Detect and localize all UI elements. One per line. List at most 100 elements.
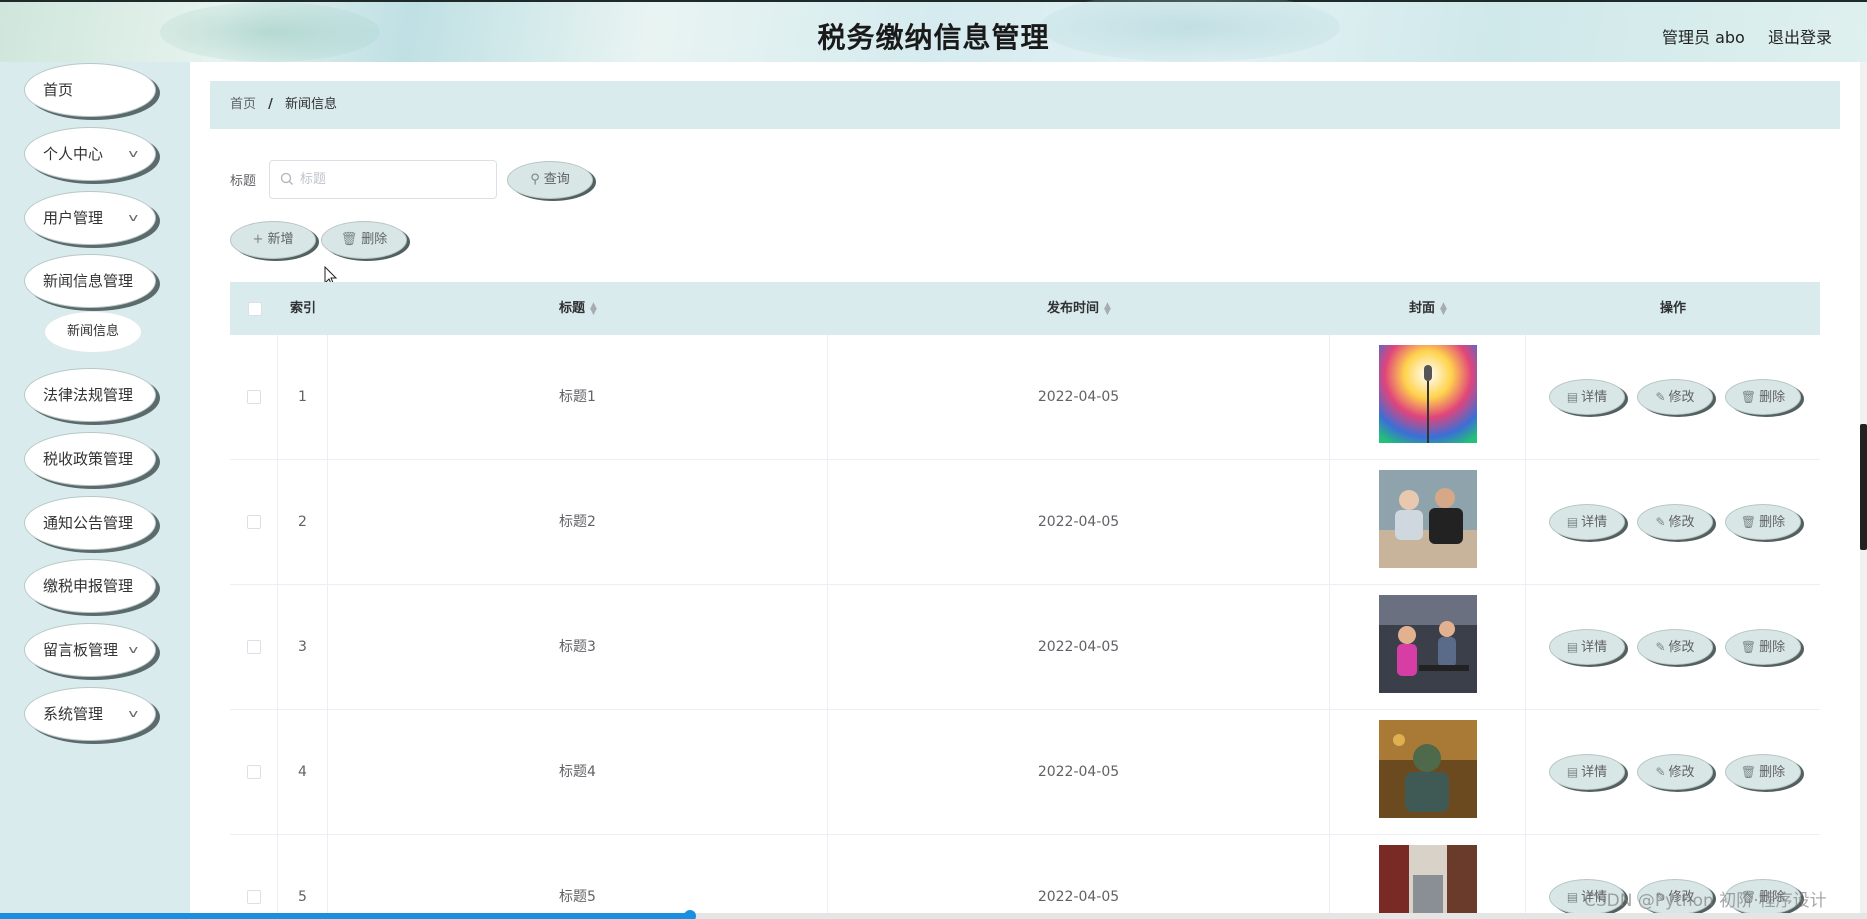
date-cell: 2022-04-05 (828, 835, 1330, 919)
logout-link[interactable]: 退出登录 (1768, 24, 1832, 48)
vertical-scrollbar[interactable] (1860, 62, 1867, 919)
cover-image[interactable] (1379, 720, 1477, 818)
search-field[interactable] (269, 160, 497, 199)
sidebar-item-label: 新闻信息管理 (43, 272, 134, 290)
app-title: 税务缴纳信息管理 (817, 21, 1050, 54)
title-cell: 标题2 (328, 460, 828, 584)
date-cell: 2022-04-05 (828, 710, 1330, 834)
delete-button[interactable]: 🗑 删除 (1725, 629, 1801, 665)
column-header-index: 索引 (289, 301, 316, 316)
chevron-down-icon: v (128, 707, 139, 720)
detail-button[interactable]: ▤ 详情 (1549, 629, 1625, 665)
sidebar-item-label: 首页 (43, 81, 74, 99)
document-icon: ▤ (1566, 890, 1579, 904)
table-row: 2 标题2 2022-04-05 ▤ 详情 ✎ 修改 🗑 删除 (230, 460, 1820, 585)
cover-image[interactable] (1379, 470, 1477, 568)
sidebar-item-personal-center[interactable]: 个人中心 v (24, 127, 156, 181)
breadcrumb-current: 新闻信息 (285, 97, 338, 112)
sidebar-item-tax-policy[interactable]: 税收政策管理 (24, 432, 156, 486)
detail-button[interactable]: ▤ 详情 (1549, 379, 1625, 415)
sidebar-item-home[interactable]: 首页 (24, 63, 156, 117)
column-header-actions: 操作 (1659, 301, 1686, 316)
breadcrumb: 首页 / 新闻信息 (210, 81, 1840, 129)
scrollbar-thumb[interactable] (1860, 424, 1867, 550)
row-select-cell (230, 585, 278, 709)
edit-button[interactable]: ✎ 修改 (1637, 379, 1713, 415)
detail-button[interactable]: ▤ 详情 (1549, 504, 1625, 540)
table-header: 索引 标题 ▲ ▼ 发布时间 ▲ ▼ 封面 ▲ ▼ 操作 (230, 282, 1820, 335)
pencil-icon: ✎ (1655, 390, 1666, 404)
table-row: 1 标题1 2022-04-05 ▤ 详情 ✎ 修改 🗑 删除 (230, 335, 1820, 460)
document-icon: ▤ (1566, 515, 1579, 529)
add-button[interactable]: + 新增 (230, 221, 316, 259)
document-icon: ▤ (1566, 390, 1579, 404)
search-label: 标题 (230, 174, 257, 189)
add-button-label: 新增 (267, 232, 294, 247)
date-cell: 2022-04-05 (828, 460, 1330, 584)
batch-delete-button[interactable]: 🗑 删除 (321, 221, 407, 259)
sidebar-item-message-board[interactable]: 留言板管理 v (24, 623, 156, 677)
search-icon (280, 172, 293, 185)
edit-button[interactable]: ✎ 修改 (1637, 629, 1713, 665)
pencil-icon: ✎ (1655, 765, 1666, 779)
breadcrumb-separator: / (268, 97, 273, 112)
edit-button[interactable]: ✎ 修改 (1637, 504, 1713, 540)
breadcrumb-home[interactable]: 首页 (230, 97, 256, 112)
edit-button[interactable]: ✎ 修改 (1637, 754, 1713, 790)
trash-icon: 🗑 (340, 232, 358, 247)
search-input[interactable] (300, 161, 490, 198)
row-checkbox[interactable] (247, 640, 261, 654)
trash-icon: 🗑 (1740, 765, 1757, 779)
delete-button[interactable]: 🗑 删除 (1725, 754, 1801, 790)
detail-button[interactable]: ▤ 详情 (1549, 754, 1625, 790)
sort-icon[interactable]: ▲ ▼ (1440, 301, 1447, 316)
chevron-down-icon: v (128, 643, 139, 656)
sort-icon[interactable]: ▲ ▼ (590, 301, 597, 316)
sidebar-item-label: 法律法规管理 (43, 386, 134, 404)
date-cell: 2022-04-05 (828, 585, 1330, 709)
row-select-cell (230, 835, 278, 919)
row-checkbox[interactable] (247, 765, 261, 779)
progress-handle[interactable] (684, 910, 696, 919)
column-header-date[interactable]: 发布时间 ▲ ▼ (828, 282, 1330, 335)
document-icon: ▤ (1566, 765, 1579, 779)
cover-image[interactable] (1379, 595, 1477, 693)
search-icon: ⚲ (530, 172, 540, 187)
sort-icon[interactable]: ▲ ▼ (1104, 301, 1111, 316)
trash-icon: 🗑 (1740, 515, 1757, 529)
trash-icon: 🗑 (1740, 390, 1757, 404)
sidebar-subitem-news[interactable]: 新闻信息 (44, 311, 142, 353)
sidebar-item-tax-declaration[interactable]: 缴税申报管理 (24, 559, 156, 613)
chevron-down-icon: v (128, 147, 139, 160)
index-cell: 2 (278, 460, 328, 584)
sidebar-item-user-management[interactable]: 用户管理 v (24, 191, 156, 245)
sidebar-item-news-management[interactable]: 新闻信息管理 (24, 254, 156, 308)
delete-button[interactable]: 🗑 删除 (1725, 504, 1801, 540)
video-progress-bar[interactable] (0, 910, 1867, 919)
document-icon: ▤ (1566, 640, 1579, 654)
cover-image[interactable] (1379, 845, 1477, 919)
row-select-cell (230, 710, 278, 834)
table-row: 3 标题3 2022-04-05 ▤ 详情 ✎ 修改 🗑 删除 (230, 585, 1820, 710)
title-cell: 标题5 (328, 835, 828, 919)
table-row: 5 标题5 2022-04-05 ▤ 详情 ✎ 修改 🗑 删除 (230, 835, 1820, 919)
column-header-cover[interactable]: 封面 ▲ ▼ (1330, 282, 1526, 335)
index-cell: 5 (278, 835, 328, 919)
sidebar-item-system[interactable]: 系统管理 v (24, 687, 156, 741)
top-header: 税务缴纳信息管理 管理员 abo 退出登录 (0, 0, 1867, 62)
select-all-checkbox[interactable] (248, 302, 262, 316)
sidebar-item-notices[interactable]: 通知公告管理 (24, 496, 156, 550)
sidebar-item-laws[interactable]: 法律法规管理 (24, 368, 156, 422)
sidebar-subitem-label: 新闻信息 (66, 324, 119, 339)
row-checkbox[interactable] (247, 890, 261, 904)
table-row: 4 标题4 2022-04-05 ▤ 详情 ✎ 修改 🗑 删除 (230, 710, 1820, 835)
index-cell: 3 (278, 585, 328, 709)
delete-button[interactable]: 🗑 删除 (1725, 379, 1801, 415)
search-button[interactable]: ⚲ 查询 (507, 161, 593, 199)
row-checkbox[interactable] (247, 515, 261, 529)
sidebar-item-label: 缴税申报管理 (43, 577, 134, 595)
row-checkbox[interactable] (247, 390, 261, 404)
cover-image[interactable] (1379, 345, 1477, 443)
admin-username: 管理员 abo (1662, 28, 1745, 47)
column-header-title[interactable]: 标题 ▲ ▼ (328, 282, 828, 335)
